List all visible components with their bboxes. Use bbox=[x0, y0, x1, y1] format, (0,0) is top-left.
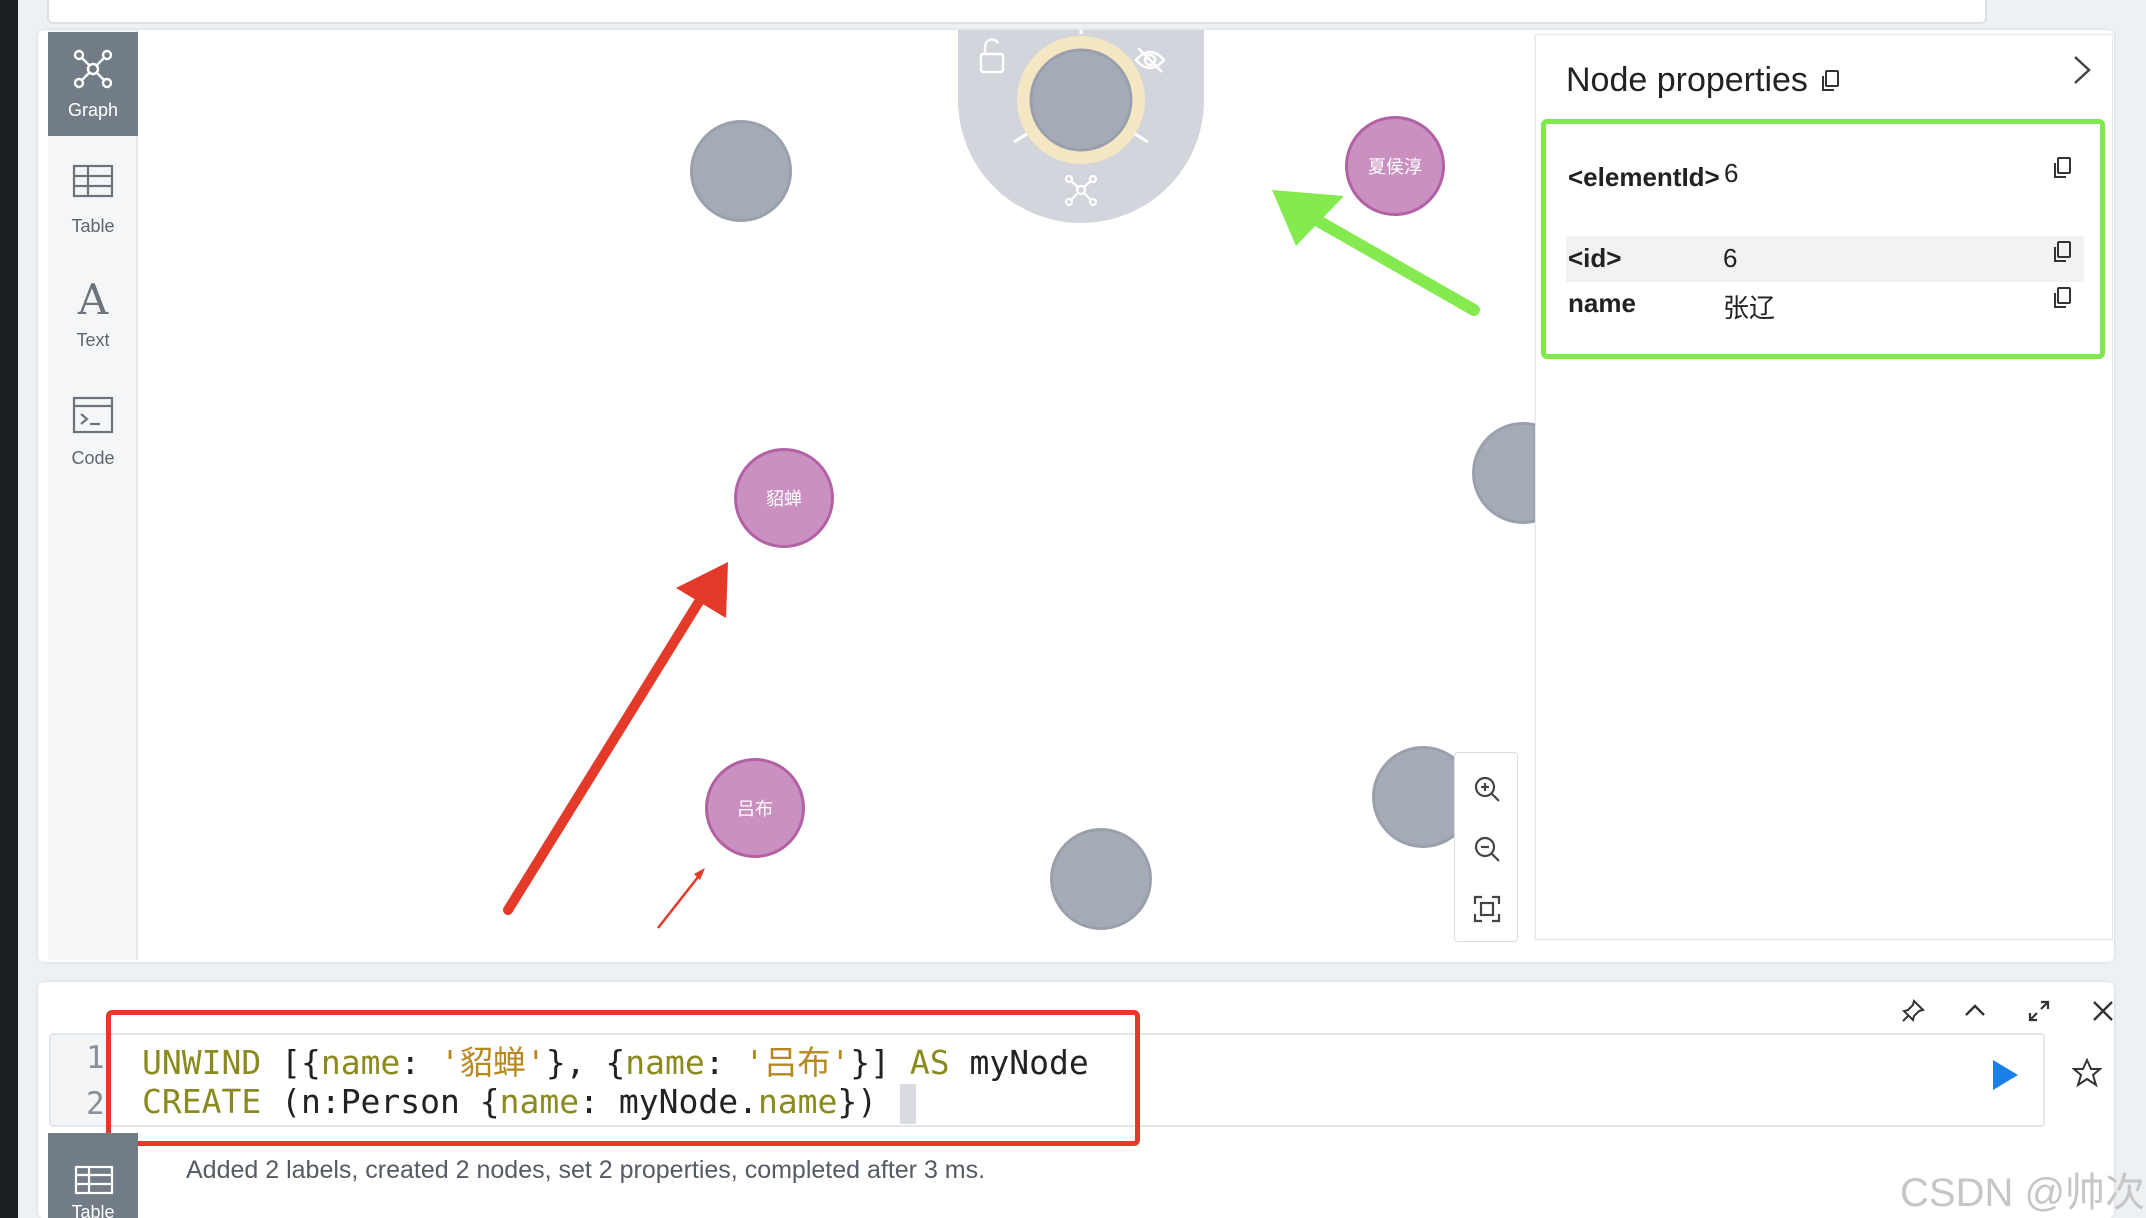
zoom-out-icon bbox=[1474, 836, 1500, 862]
green-highlight-box bbox=[1541, 119, 2105, 359]
line-number: 2 bbox=[86, 1086, 105, 1122]
fit-screen-icon bbox=[1473, 895, 1501, 923]
green-arrow-shaft bbox=[1314, 216, 1480, 316]
copy-icon[interactable] bbox=[1820, 69, 1840, 93]
green-arrow-head bbox=[1272, 190, 1344, 246]
red-arrow-shaft bbox=[503, 595, 705, 915]
query-status-message: Added 2 labels, created 2 nodes, set 2 p… bbox=[186, 1156, 986, 1184]
run-play-icon[interactable] bbox=[1990, 1058, 2020, 1092]
favorite-star-icon[interactable] bbox=[2072, 1058, 2102, 1088]
zoom-in-button[interactable] bbox=[1455, 759, 1519, 819]
zoom-out-button[interactable] bbox=[1455, 819, 1519, 879]
expand-icon[interactable] bbox=[2026, 998, 2052, 1024]
close-icon[interactable] bbox=[2090, 998, 2116, 1024]
zoom-in-icon bbox=[1474, 776, 1500, 802]
fit-to-screen-button[interactable] bbox=[1455, 879, 1519, 939]
red-arrow-head bbox=[676, 562, 728, 618]
table-icon bbox=[74, 1165, 114, 1195]
watermark: CSDN @帅次 bbox=[1900, 1171, 2146, 1215]
small-red-arrow-shaft bbox=[657, 871, 703, 929]
bottom-table-tab[interactable]: Table bbox=[48, 1133, 138, 1218]
pin-icon[interactable] bbox=[1900, 998, 1926, 1024]
panel-title: Node properties bbox=[1566, 61, 1808, 99]
chevron-up-icon[interactable] bbox=[1962, 998, 1988, 1024]
line-number: 1 bbox=[86, 1040, 105, 1076]
bottom-tab-label: Table bbox=[71, 1205, 115, 1218]
red-highlight-box bbox=[106, 1010, 1140, 1146]
collapse-panel-chevron-icon[interactable] bbox=[2071, 53, 2093, 87]
zoom-controls bbox=[1454, 752, 1518, 942]
